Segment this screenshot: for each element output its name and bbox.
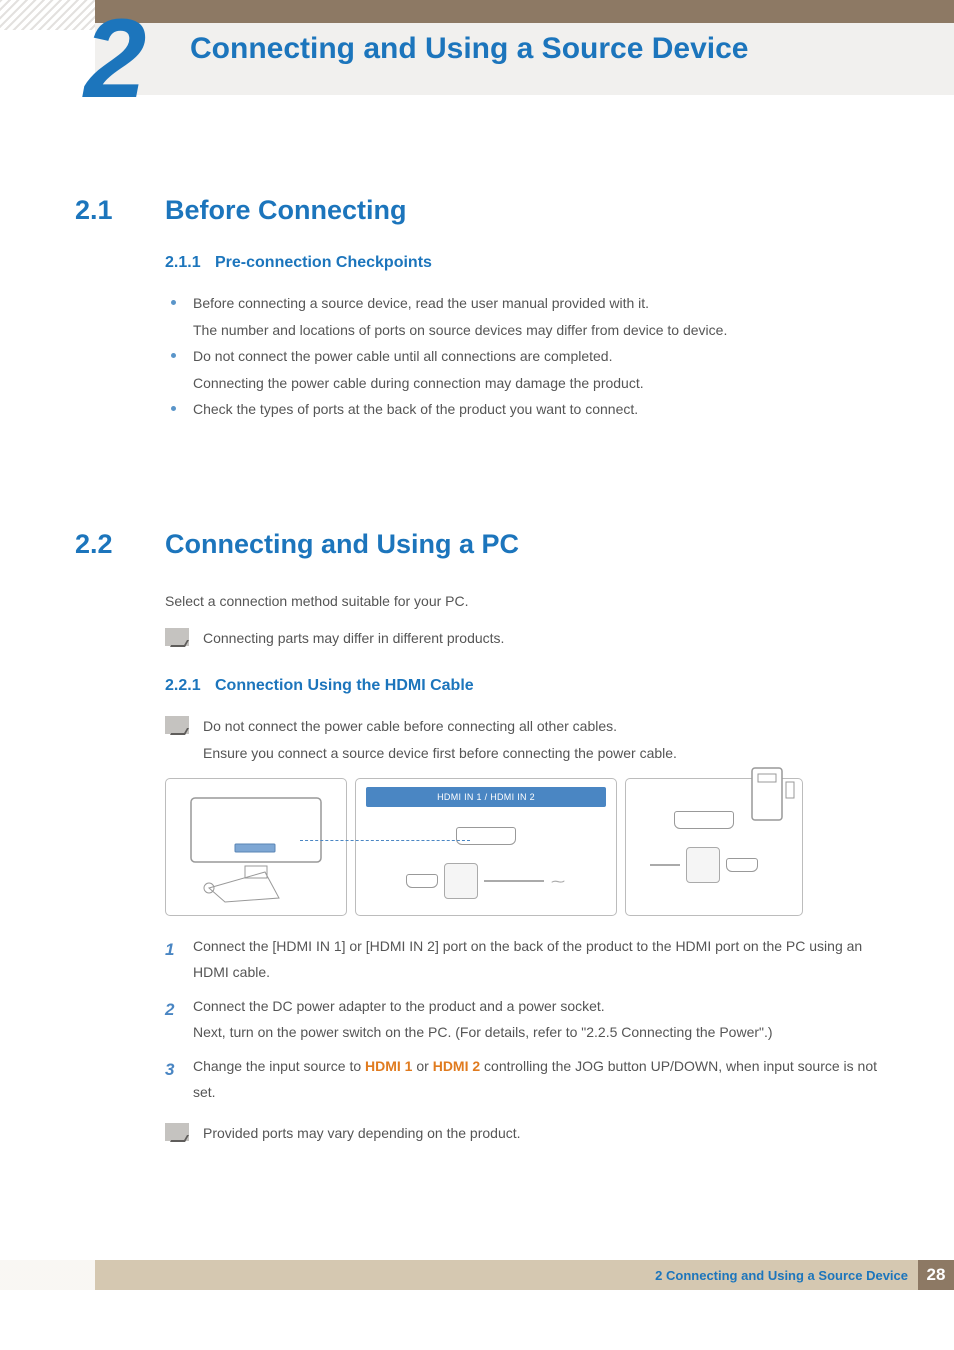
monitor-icon [181,790,331,905]
hdmi-port-icon [456,827,516,845]
hdmi-port-icon [674,811,734,829]
footer-chapter-title: 2 Connecting and Using a Source Device [655,1268,908,1283]
footer-bar: 2 Connecting and Using a Source Device 2… [95,1260,954,1290]
hdmi1-highlight: HDMI 1 [365,1058,412,1074]
step-number: 1 [165,934,193,986]
note-icon [165,1123,189,1141]
warn-line: Ensure you connect a source device first… [203,740,677,767]
cable-left: ⁓ [406,863,566,899]
step-text: Connect the [HDMI IN 1] or [HDMI IN 2] p… [193,934,894,986]
diagram-monitor-box [165,778,347,916]
header-hatched-corner [0,0,95,30]
step-number: 2 [165,994,193,1046]
step-number: 3 [165,1054,193,1106]
subsection-title-2-2-1: Connection Using the HDMI Cable [215,677,474,695]
list-item: Before connecting a source device, read … [165,290,894,343]
cable-wire [484,880,544,882]
subsection-num-2-2-1: 2.2.1 [165,677,215,695]
warn-line: Do not connect the power cable before co… [203,713,677,740]
page-number: 28 [918,1260,954,1290]
step3-part: Change the input source to [193,1058,365,1074]
list-item: Do not connect the power cable until all… [165,343,894,396]
pc-icon [748,764,798,824]
step-text: Connect the DC power adapter to the prod… [193,994,894,1046]
connection-diagram: HDMI IN 1 / HDMI IN 2 ⁓ [165,778,894,916]
list-item-text: Do not connect the power cable until all… [193,348,644,391]
list-item-text: Before connecting a source device, read … [193,295,727,338]
step-text: Change the input source to HDMI 1 or HDM… [193,1054,894,1106]
diagram-dashed-line [300,840,470,841]
hdmi-tip-icon [406,874,438,888]
footer-left-stub [0,1260,95,1290]
cable-connector-icon [444,863,478,899]
chapter-number: 2 [84,0,142,123]
step3-or: or [412,1058,432,1074]
note-icon [165,628,189,646]
list-item-text: Check the types of ports at the back of … [193,401,638,417]
diagram-port-box: HDMI IN 1 / HDMI IN 2 ⁓ [355,778,617,916]
top-brown-bar [95,0,954,23]
hdmi-tip-icon [726,858,758,872]
diagram-pc-box [625,778,803,916]
chapter-title: Connecting and Using a Source Device [190,32,748,66]
list-item: Check the types of ports at the back of … [165,396,894,423]
note-text: Provided ports may vary depending on the… [203,1120,521,1147]
port-label: HDMI IN 1 / HDMI IN 2 [366,787,606,807]
subsection-title-2-1-1: Pre-connection Checkpoints [215,254,432,272]
note-text: Do not connect the power cable before co… [203,713,677,766]
subsection-num-2-1-1: 2.1.1 [165,254,215,272]
note-text: Connecting parts may differ in different… [203,625,504,652]
note-icon [165,716,189,734]
section-num-2-1: 2.1 [75,195,165,226]
section-title-2-2: Connecting and Using a PC [165,529,519,560]
cable-right [650,847,758,883]
checkpoints-list: Before connecting a source device, read … [165,290,894,423]
cable-break-icon: ⁓ [550,875,566,887]
section-title-2-1: Before Connecting [165,195,407,226]
intro-paragraph: Select a connection method suitable for … [165,588,894,615]
hdmi2-highlight: HDMI 2 [433,1058,480,1074]
cable-wire [650,864,680,866]
section-num-2-2: 2.2 [75,529,165,560]
cable-connector-icon [686,847,720,883]
connection-steps: 1 Connect the [HDMI IN 1] or [HDMI IN 2]… [165,934,894,1105]
